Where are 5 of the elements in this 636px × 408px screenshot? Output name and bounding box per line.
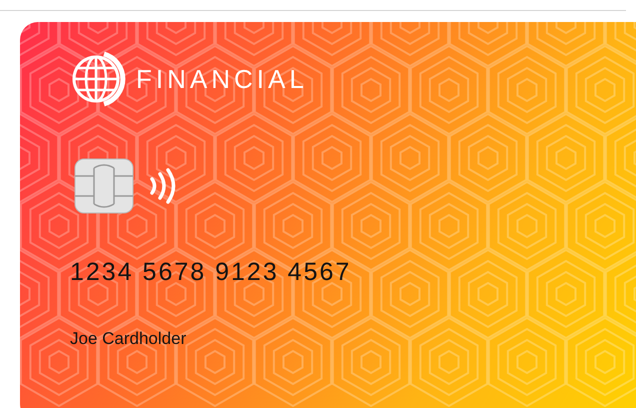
brand-name: FINANCIAL xyxy=(136,62,308,96)
globe-logo-icon xyxy=(70,50,128,108)
cardholder-name: Joe Cardholder xyxy=(70,328,188,350)
chip-icon xyxy=(74,158,134,214)
card-number: 1234 5678 9123 4567 xyxy=(70,257,352,288)
